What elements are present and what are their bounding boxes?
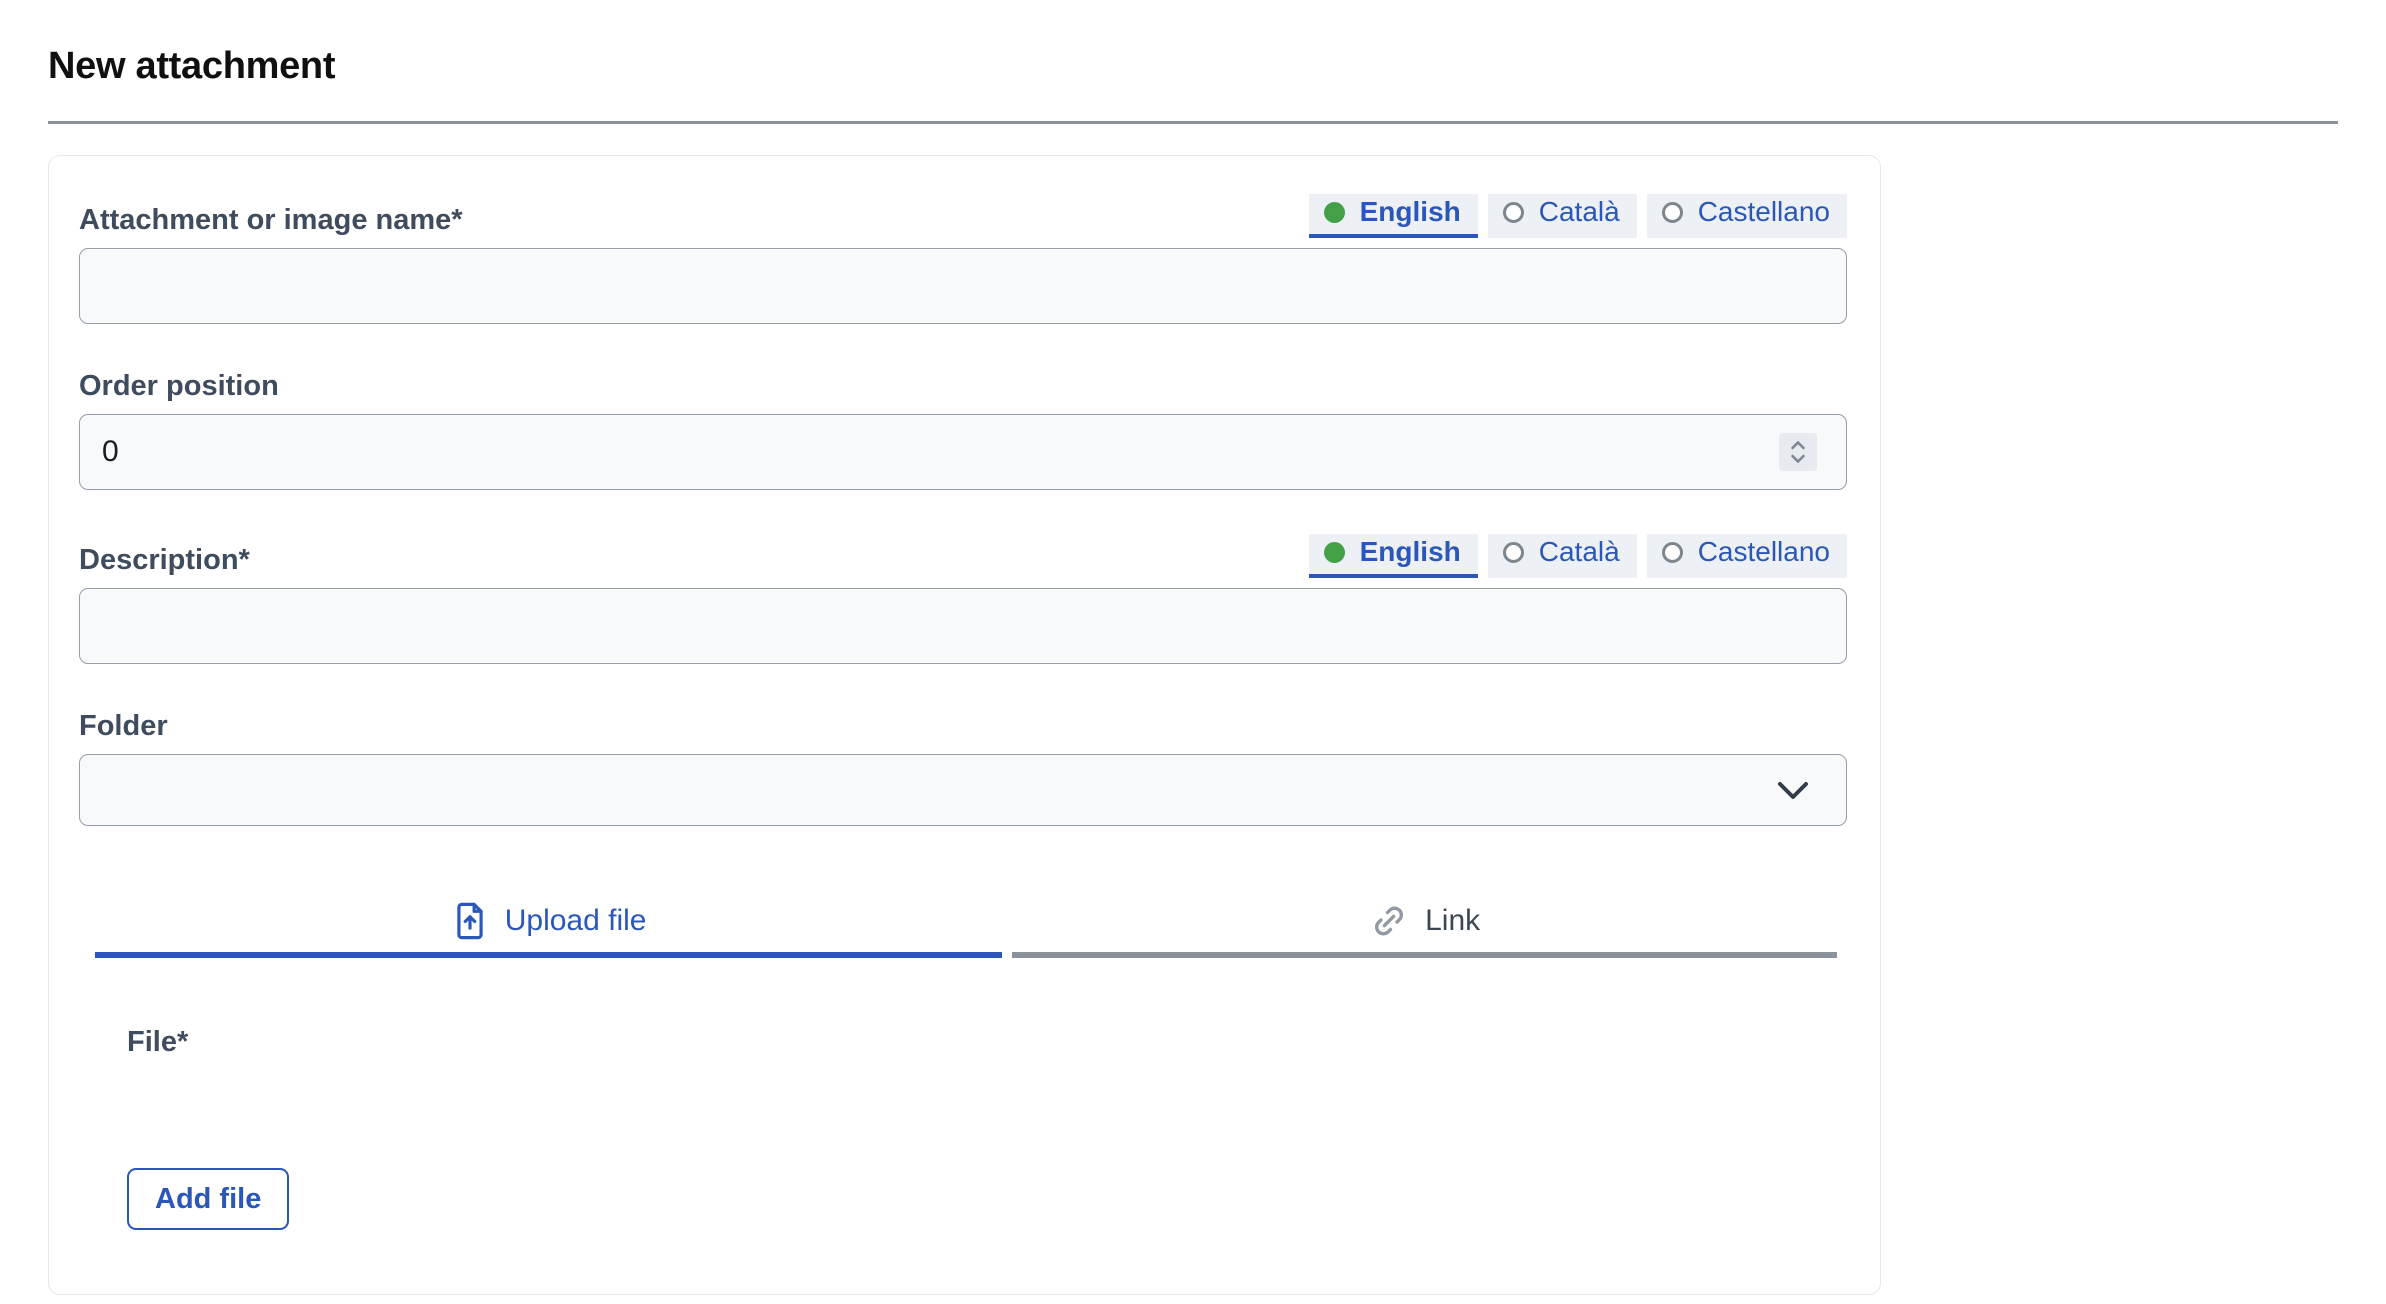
add-file-button[interactable]: Add file	[127, 1168, 289, 1230]
tab-label: Link	[1425, 904, 1480, 938]
selected-language-dot-icon	[1324, 202, 1345, 223]
folder-select[interactable]	[79, 754, 1847, 826]
description-field-head: Description* English Català Castellano	[79, 534, 1847, 578]
language-tab-label: Castellano	[1698, 536, 1830, 568]
language-tab-castellano[interactable]: Castellano	[1647, 194, 1847, 238]
name-field: Attachment or image name* English Català…	[79, 194, 1847, 324]
description-input[interactable]	[79, 588, 1847, 664]
attachment-form-card: Attachment or image name* English Català…	[48, 155, 1881, 1295]
chevron-down-icon	[1774, 778, 1812, 802]
language-tab-label: English	[1360, 536, 1461, 568]
language-tab-label: English	[1360, 196, 1461, 228]
stepper-up-down-icon	[1786, 437, 1810, 467]
language-tab-label: Català	[1539, 536, 1620, 568]
file-field-label: File*	[127, 1024, 1847, 1060]
language-switcher-name: English Català Castellano	[1309, 194, 1847, 238]
upload-file-panel: File* Add file	[79, 1024, 1847, 1230]
language-tab-english[interactable]: English	[1309, 194, 1478, 238]
language-tab-castellano[interactable]: Castellano	[1647, 534, 1847, 578]
language-tab-label: Català	[1539, 196, 1620, 228]
language-tab-english[interactable]: English	[1309, 534, 1478, 578]
folder-field: Folder	[79, 708, 1847, 826]
title-divider	[48, 121, 2338, 124]
tab-label: Upload file	[505, 904, 647, 938]
language-tab-label: Castellano	[1698, 196, 1830, 228]
attachment-type-tabs: Upload file Link	[95, 900, 1837, 958]
language-tab-catala[interactable]: Català	[1488, 194, 1637, 238]
number-stepper[interactable]	[1779, 433, 1817, 471]
selected-language-dot-icon	[1324, 542, 1345, 563]
tab-upload-file[interactable]: Upload file	[95, 900, 1002, 958]
language-radio-circle-icon	[1503, 542, 1524, 563]
name-field-label: Attachment or image name*	[79, 202, 463, 238]
page-title: New attachment	[48, 42, 2338, 90]
language-radio-circle-icon	[1662, 202, 1683, 223]
page: New attachment Attachment or image name*…	[0, 42, 2386, 1295]
order-field-label: Order position	[79, 368, 1847, 404]
link-icon	[1369, 901, 1409, 941]
language-switcher-description: English Català Castellano	[1309, 534, 1847, 578]
language-tab-catala[interactable]: Català	[1488, 534, 1637, 578]
language-radio-circle-icon	[1662, 542, 1683, 563]
folder-field-label: Folder	[79, 708, 1847, 744]
name-field-head: Attachment or image name* English Català…	[79, 194, 1847, 238]
description-field-label: Description*	[79, 542, 250, 578]
order-input[interactable]	[79, 414, 1847, 490]
name-input[interactable]	[79, 248, 1847, 324]
order-input-wrap	[79, 414, 1847, 490]
tab-link[interactable]: Link	[1012, 900, 1837, 958]
description-field: Description* English Català Castellano	[79, 534, 1847, 664]
language-radio-circle-icon	[1503, 202, 1524, 223]
upload-file-icon	[451, 900, 489, 942]
order-field: Order position	[79, 368, 1847, 490]
